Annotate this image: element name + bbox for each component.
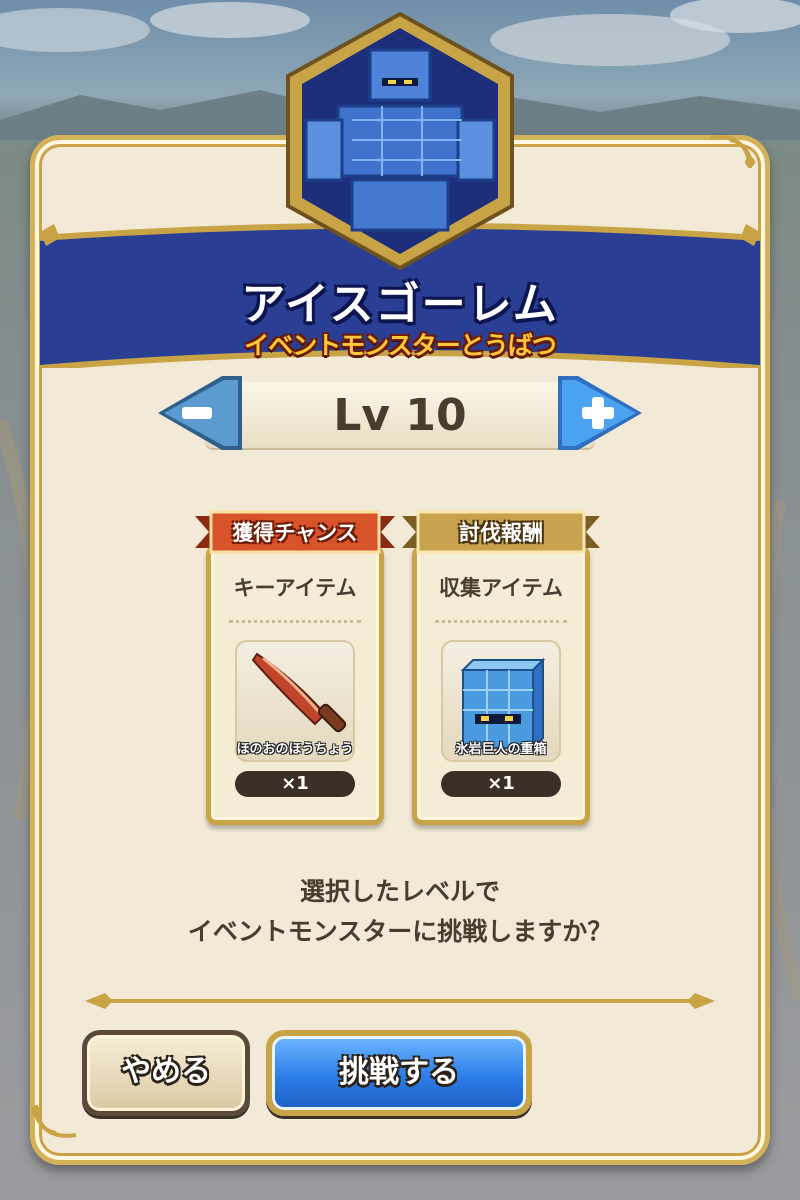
reward-card-key-item[interactable]: キーアイテム ほのおのほうちょう ×1 xyxy=(206,545,384,825)
cancel-button[interactable]: やめる xyxy=(82,1030,250,1116)
level-decrease-button[interactable] xyxy=(152,372,248,454)
corner-ornament-icon xyxy=(709,135,755,169)
item-count: ×1 xyxy=(441,771,561,797)
item-count: ×1 xyxy=(235,771,355,797)
ribbon-label: 討伐報酬 xyxy=(459,521,543,545)
challenge-button[interactable]: 挑戦する xyxy=(266,1030,532,1116)
item-name: ほのおのほうちょう xyxy=(236,742,354,757)
prompt-line-1: 選択したレベルで xyxy=(299,877,500,906)
ice-golem-portrait xyxy=(286,11,514,271)
level-label: Lv 10 xyxy=(333,390,467,441)
item-name: 氷岩巨人の重箱 xyxy=(455,742,547,757)
monster-name: アイスゴーレム xyxy=(241,279,559,330)
card-title: 収集アイテム xyxy=(439,576,563,600)
card-title: キーアイテム xyxy=(233,576,357,600)
reward-card-collect-item[interactable]: 収集アイテム 氷岩巨人の重箱 ×1 xyxy=(412,545,590,825)
card-divider xyxy=(229,620,361,623)
cancel-label: やめる xyxy=(121,1054,211,1089)
minus-icon xyxy=(182,407,212,419)
ornamental-divider xyxy=(85,993,715,1009)
corner-ornament-icon xyxy=(31,1104,77,1138)
card-divider xyxy=(435,620,567,623)
event-label: イベントモンスターとうばつ xyxy=(244,331,557,360)
challenge-label: 挑戦する xyxy=(339,1055,459,1090)
prompt-line-2: イベントモンスターに挑戦しますか？ xyxy=(187,917,613,946)
ribbon-label: 獲得チャンス xyxy=(232,521,358,545)
level-increase-button[interactable] xyxy=(552,372,648,454)
confirm-prompt: 選択したレベルで イベントモンスターに挑戦しますか？ xyxy=(0,872,800,952)
